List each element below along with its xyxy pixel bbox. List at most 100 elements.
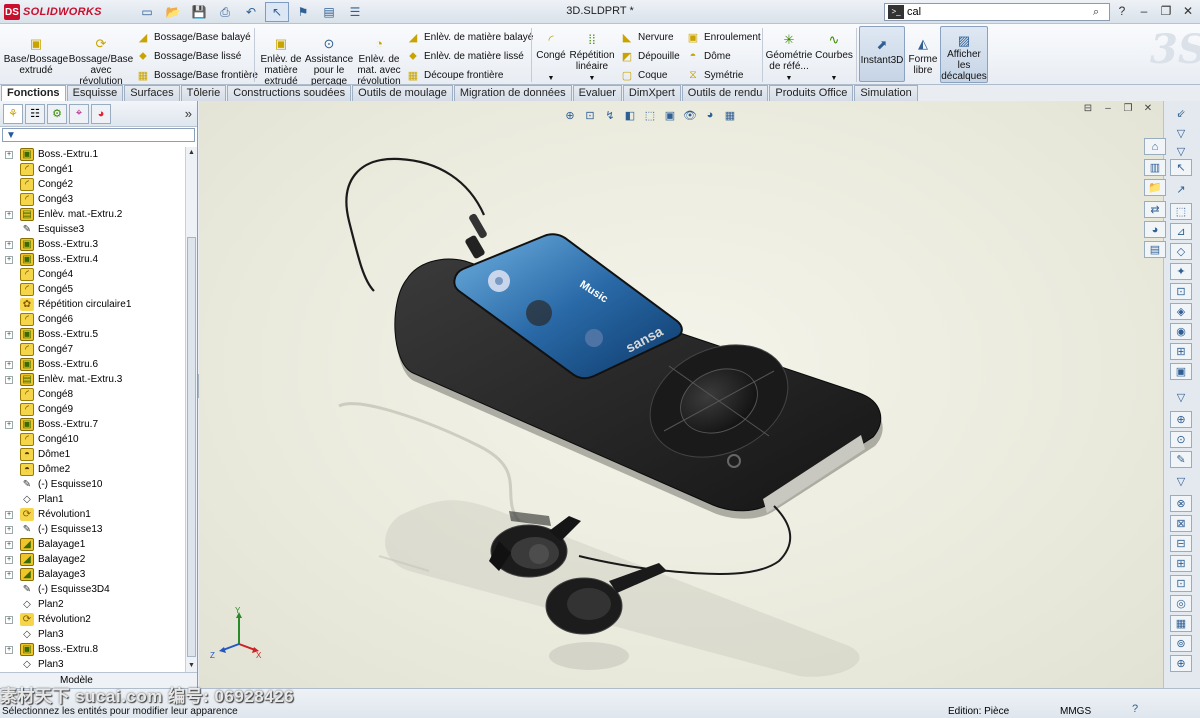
filter-surface-icon[interactable]: ◇ [1170, 243, 1192, 260]
file-explorer-icon[interactable]: 📁 [1144, 179, 1166, 196]
tree-item[interactable]: ◇ Plan1 [0, 492, 64, 507]
chevron-down-icon[interactable]: ▼ [548, 73, 555, 84]
tree-item[interactable]: ◜ Congé2 [0, 177, 73, 192]
repetition-lineaire-button[interactable]: ⁞⁞ Répétition linéaire ▼ [569, 30, 615, 84]
chevron-down-icon[interactable]: ▼ [786, 73, 793, 84]
select-tool-icon[interactable]: ↖ [1170, 159, 1192, 176]
tab-produits-office[interactable]: Produits Office [769, 85, 854, 101]
home-icon[interactable]: ⌂ [1144, 138, 1166, 155]
enlev-revolution-button[interactable]: ◔ Enlèv. de mat. avec révolution [356, 34, 402, 88]
assistance-percage-button[interactable]: ⊙ Assistance pour le perçage [305, 34, 353, 88]
tree-item[interactable]: ◓ Dôme2 [0, 462, 70, 477]
tree-item[interactable]: + ◢ Balayage1 [0, 537, 85, 552]
filter-hole-icon[interactable]: ⊙ [1170, 431, 1192, 448]
file-properties-icon[interactable]: ▤ [317, 2, 341, 22]
minimize-icon[interactable]: – [1136, 3, 1152, 19]
filter-weld-bead-icon[interactable]: ⊡ [1170, 575, 1192, 592]
conge-button[interactable]: ◜ Congé ▼ [535, 30, 567, 84]
expand-toggle-icon[interactable]: + [5, 360, 13, 369]
enlev-extrude-button[interactable]: ▣ Enlèv. de matière extrudé [258, 34, 304, 88]
filter-planes-icon[interactable]: ◈ [1170, 303, 1192, 320]
bossage-frontiere-button[interactable]: ▦ Bossage/Base frontière [136, 68, 258, 82]
save-icon[interactable]: 💾 [187, 2, 211, 22]
tree-item[interactable]: ✎ Esquisse3 [0, 222, 84, 237]
decoupe-frontiere-button[interactable]: ▦ Découpe frontière [406, 68, 504, 82]
filter-tolerance-icon[interactable]: ⊟ [1170, 535, 1192, 552]
tree-item[interactable]: + ⟳ Révolution2 [0, 612, 91, 627]
tab-surfaces[interactable]: Surfaces [124, 85, 180, 101]
print-icon[interactable]: ⎙ [213, 2, 237, 22]
expand-toggle-icon[interactable]: + [5, 210, 13, 219]
property-manager-tab-icon[interactable]: ☷ [25, 103, 45, 124]
tree-item[interactable]: + ▤ Enlèv. mat.-Extru.3 [0, 372, 122, 387]
bossage-lisse-button[interactable]: ⬥ Bossage/Base lissé [136, 49, 241, 63]
tree-item[interactable]: ◜ Congé8 [0, 387, 73, 402]
courbes-button[interactable]: ∿ Courbes ▼ [814, 30, 854, 84]
display-manager-tab-icon[interactable]: ◕ [91, 103, 111, 124]
tree-item[interactable]: + ✎ (-) Esquisse13 [0, 522, 102, 537]
tab-constructions-soudees[interactable]: Constructions soudées [227, 85, 352, 101]
expand-toggle-icon[interactable]: + [5, 555, 13, 564]
search-commands-box[interactable]: >_ cal ⌕ [884, 3, 1110, 21]
tree-item[interactable]: ◜ Congé10 [0, 432, 79, 447]
tab-tolerie[interactable]: Tôlerie [180, 85, 227, 101]
tree-item[interactable]: ✎ (-) Esquisse10 [0, 477, 102, 492]
feature-filter[interactable]: ▼ [2, 128, 195, 142]
filter-center-mark-icon[interactable]: ⊕ [1170, 655, 1192, 672]
tree-item[interactable]: ✎ (-) Esquisse3D4 [0, 582, 110, 597]
mp3-player-model[interactable]: Music sansa [199, 101, 1163, 688]
tree-item[interactable]: + ◢ Balayage3 [0, 567, 85, 582]
scroll-up-icon[interactable]: ▲ [186, 147, 197, 159]
tree-item[interactable]: + ▤ Enlèv. mat.-Extru.2 [0, 207, 122, 222]
tab-fonctions[interactable]: Fonctions [1, 85, 66, 101]
tree-item[interactable]: ◜ Congé7 [0, 342, 73, 357]
tab-migration-donnees[interactable]: Migration de données [453, 85, 572, 101]
tree-scrollbar[interactable]: ▲ ▼ [185, 147, 197, 672]
tree-item[interactable]: ✿ Répétition circulaire1 [0, 297, 131, 312]
dimxpert-manager-tab-icon[interactable]: ⌖ [69, 103, 89, 124]
rebuild-icon[interactable]: ⚑ [291, 2, 315, 22]
scrollbar-thumb[interactable] [187, 237, 196, 657]
filter-faces-icon[interactable]: ▽ [1170, 125, 1192, 142]
tree-item[interactable]: + ▣ Boss.-Extru.8 [0, 642, 98, 657]
tree-item[interactable]: ◇ Plan3 [0, 657, 64, 672]
expand-toggle-icon[interactable]: + [5, 615, 13, 624]
bossage-balaye-button[interactable]: ◢ Bossage/Base balayé [136, 30, 251, 44]
tab-simulation[interactable]: Simulation [854, 85, 918, 101]
expand-toggle-icon[interactable]: + [5, 375, 13, 384]
depouille-button[interactable]: ◩ Dépouille [620, 49, 680, 63]
expand-toggle-icon[interactable]: + [5, 570, 13, 579]
tree-item[interactable]: ◜ Congé6 [0, 312, 73, 327]
filter-edges-icon[interactable]: ▽ [1170, 143, 1192, 160]
tree-item[interactable]: ◇ Plan3 [0, 627, 64, 642]
forme-libre-button[interactable]: ◭ Forme libre [906, 34, 940, 77]
filter-points-icon[interactable]: ◉ [1170, 323, 1192, 340]
filter-axes-icon[interactable]: ⊡ [1170, 283, 1192, 300]
expand-toggle-icon[interactable]: + [5, 240, 13, 249]
tree-item[interactable]: + ▣ Boss.-Extru.7 [0, 417, 98, 432]
expand-toggle-icon[interactable]: + [5, 420, 13, 429]
tree-item[interactable]: + ◢ Balayage2 [0, 552, 85, 567]
expand-toggle-icon[interactable]: + [5, 255, 13, 264]
coque-button[interactable]: ▢ Coque [620, 68, 668, 82]
select-pointer-icon[interactable]: ↖ [265, 2, 289, 22]
tab-outils-moulage[interactable]: Outils de moulage [352, 85, 453, 101]
filter-vertices-icon[interactable]: ⬚ [1170, 203, 1192, 220]
enroulement-button[interactable]: ▣ Enroulement [686, 30, 761, 44]
search-icon[interactable]: ⌕ [1093, 6, 1109, 19]
tab-dimxpert[interactable]: DimXpert [622, 85, 681, 101]
expand-toggle-icon[interactable]: + [5, 540, 13, 549]
tree-item[interactable]: ◜ Congé3 [0, 192, 73, 207]
tab-esquisse[interactable]: Esquisse [66, 85, 124, 101]
filter-cosmetic-thread-icon[interactable]: ⊗ [1170, 495, 1192, 512]
filter-balloon-icon[interactable]: ◎ [1170, 595, 1192, 612]
geometrie-reference-button[interactable]: ✳ Géométrie de réfé... ▼ [766, 30, 813, 84]
configuration-manager-tab-icon[interactable]: ⚙ [47, 103, 67, 124]
nervure-button[interactable]: ◣ Nervure [620, 30, 674, 44]
enlev-lisse-button[interactable]: ⬥ Enlèv. de matière lissé [406, 49, 524, 63]
filter-notes-icon[interactable]: ▣ [1170, 363, 1192, 380]
chevron-down-icon[interactable]: ▼ [589, 73, 596, 84]
view-sketch-icon[interactable]: ⇙ [1170, 105, 1192, 122]
filter-welds-icon[interactable]: ⊕ [1170, 411, 1192, 428]
tree-item[interactable]: ◇ Plan2 [0, 597, 64, 612]
